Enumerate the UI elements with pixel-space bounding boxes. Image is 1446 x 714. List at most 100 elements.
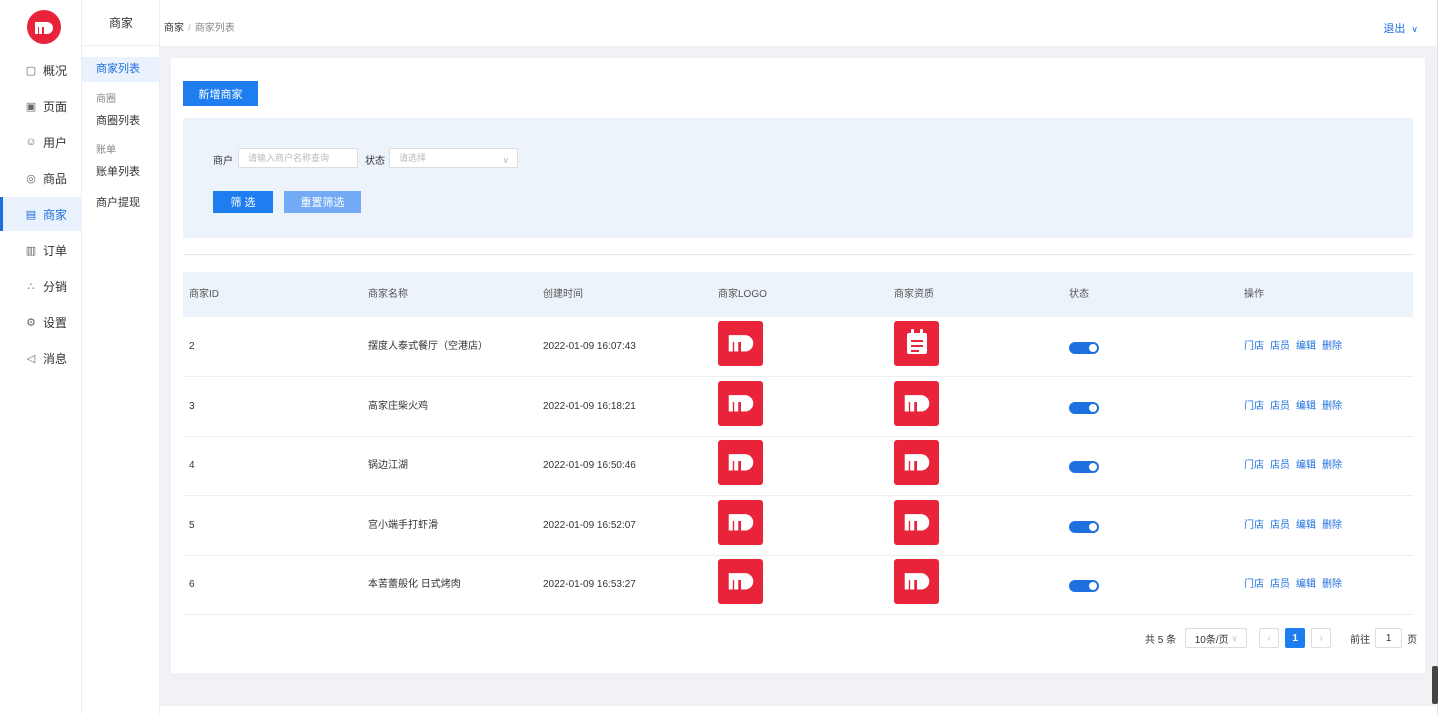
cell-created: 2022-01-09 16:53:27 (543, 579, 636, 590)
store-link[interactable]: 门店 (1244, 341, 1264, 352)
cell-id: 4 (189, 460, 195, 471)
merchant-license[interactable] (894, 559, 939, 604)
delete-link[interactable]: 删除 (1322, 520, 1342, 531)
nav-item-7[interactable]: ⚙ 设置 (0, 305, 82, 339)
page-suffix: 页 (1407, 634, 1418, 646)
nav-item-label: 用户 (43, 135, 68, 150)
store-link[interactable]: 门店 (1244, 520, 1264, 531)
logout-menu[interactable]: 退出 ∨ (1383, 20, 1418, 36)
merchant-license[interactable] (894, 380, 939, 426)
breadcrumb-root[interactable]: 商家 (164, 23, 184, 34)
nav-item-label: 订单 (43, 243, 68, 258)
staff-link[interactable]: 店员 (1270, 579, 1290, 590)
staff-link[interactable]: 店员 (1270, 401, 1290, 412)
table-row: 2 摆度人泰式餐厅（空港店） 2022-01-09 16:07:43 门店 店员 编辑 删除 (183, 317, 1413, 377)
status-toggle[interactable] (1069, 580, 1099, 592)
merchant-logo (718, 380, 763, 426)
scrollbar-thumb[interactable] (1432, 666, 1438, 704)
add-merchant-button[interactable]: 新增商家 (183, 81, 258, 106)
row-actions: 门店 店员 编辑 删除 (1244, 436, 1348, 496)
header-created: 创建时间 (543, 289, 583, 300)
brand-logo-icon[interactable] (27, 10, 61, 44)
cell-id: 6 (189, 579, 195, 590)
table-row: 6 本苦蕾般化 日式烤肉 2022-01-09 16:53:27 门店 店员 编辑 删除 (183, 555, 1413, 615)
edit-link[interactable]: 编辑 (1296, 460, 1316, 471)
nav-item-label: 分销 (43, 279, 68, 294)
nav-item-label: 消息 (43, 351, 68, 366)
merchant-filter-label: 商户 (213, 156, 233, 167)
merchant-license[interactable] (894, 499, 939, 545)
status-select[interactable]: 请选择 ∨ (389, 148, 518, 168)
store-link[interactable]: 门店 (1244, 401, 1264, 412)
table-row: 5 宫小端手打虾滑 2022-01-09 16:52:07 门店 店员 编辑 删除 (183, 496, 1413, 556)
sub-nav: 商家 商家列表 商圈 商圈列表 账单 账单列表 商户提现 (82, 0, 160, 714)
cell-created: 2022-01-09 16:18:21 (543, 400, 636, 412)
brand-logo-icon (726, 569, 756, 594)
store-link[interactable]: 门店 (1244, 579, 1264, 590)
monitor-icon: ▢ (25, 64, 37, 77)
status-toggle[interactable] (1069, 342, 1099, 354)
pagination: 共 5 条 10条/页 ∨ ‹ 1 › 前往 1 页 (1145, 628, 1417, 648)
delete-link[interactable]: 删除 (1322, 579, 1342, 590)
sub-nav-item-merchant-list[interactable]: 商家列表 (82, 57, 160, 82)
brand-logo-icon (726, 331, 756, 356)
delete-link[interactable]: 删除 (1322, 341, 1342, 352)
edit-link[interactable]: 编辑 (1296, 579, 1316, 590)
staff-link[interactable]: 店员 (1270, 341, 1290, 352)
status-toggle[interactable] (1069, 401, 1099, 414)
row-actions: 门店 店员 编辑 删除 (1244, 555, 1348, 615)
brand-logo (902, 569, 932, 594)
goods-icon: ◎ (26, 172, 36, 185)
nav-item-4[interactable]: ▤ 商家 (0, 197, 82, 231)
nav-item-1[interactable]: ▣ 页面 (0, 89, 82, 123)
cell-id: 3 (189, 400, 195, 412)
total-count: 共 5 条 (1145, 634, 1177, 646)
chevron-down-icon: ∨ (1411, 24, 1418, 34)
filter-panel: 商户 请输入商户名称查询 状态 请选择 ∨ 筛 选 重置筛选 (183, 118, 1413, 238)
merchant-logo (718, 499, 763, 545)
nav-item-6[interactable]: ∴ 分销 (0, 269, 82, 303)
staff-link[interactable]: 店员 (1270, 460, 1290, 471)
nav-item-0[interactable]: ▢ 概况 (0, 53, 82, 87)
next-page-button[interactable]: › (1311, 628, 1332, 648)
delete-link[interactable]: 删除 (1322, 401, 1342, 412)
filter-button[interactable]: 筛 选 (213, 191, 273, 213)
page-1-button[interactable]: 1 (1285, 628, 1306, 648)
status-toggle[interactable] (1069, 520, 1099, 533)
merchant-license[interactable] (894, 321, 939, 366)
store-link[interactable]: 门店 (1244, 460, 1264, 471)
message-icon: ◁ (26, 352, 36, 365)
chevron-down-icon: ∨ (502, 155, 509, 165)
reset-filter-button[interactable]: 重置筛选 (284, 191, 361, 213)
sub-nav-item-circle-list[interactable]: 商圈列表 (82, 112, 160, 128)
page-size-select[interactable]: 10条/页 ∨ (1185, 628, 1248, 648)
merchant-search-input[interactable]: 请输入商户名称查询 (238, 148, 358, 168)
user-icon: ☺ (25, 136, 37, 148)
row-actions: 门店 店员 编辑 删除 (1244, 377, 1348, 437)
nav-item-2[interactable]: ☺ 用户 (0, 125, 82, 159)
delete-link[interactable]: 删除 (1322, 460, 1342, 471)
nav-item-8[interactable]: ◁ 消息 (0, 341, 82, 375)
sub-nav-item-bill-list[interactable]: 账单列表 (82, 163, 160, 179)
distribution-icon: ∴ (27, 280, 35, 293)
table-row: 4 锅边江湖 2022-01-09 16:50:46 门店 店员 编辑 删除 (183, 436, 1413, 496)
sub-nav-item-withdraw[interactable]: 商户提现 (82, 194, 160, 210)
edit-link[interactable]: 编辑 (1296, 520, 1316, 531)
merchant-license[interactable] (894, 440, 939, 485)
nav-item-5[interactable]: ▥ 订单 (0, 233, 82, 267)
header-name: 商家名称 (368, 289, 408, 300)
status-toggle[interactable] (1069, 461, 1099, 473)
prev-page-button[interactable]: ‹ (1259, 628, 1280, 648)
staff-link[interactable]: 店员 (1270, 520, 1290, 531)
status-select-placeholder: 请选择 (399, 153, 427, 163)
header-logo: 商家LOGO (718, 289, 767, 300)
nav-item-label: 概况 (43, 63, 68, 78)
brand-logo-icon (726, 391, 756, 416)
nav-item-3[interactable]: ◎ 商品 (0, 161, 82, 195)
edit-link[interactable]: 编辑 (1296, 401, 1316, 412)
edit-link[interactable]: 编辑 (1296, 341, 1316, 352)
top-bar: 商家 / 商家列表 退出 ∨ (160, 6, 1437, 46)
goto-page-input[interactable]: 1 (1375, 628, 1403, 648)
header-actions: 操作 (1244, 289, 1264, 300)
header-status: 状态 (1069, 289, 1089, 300)
